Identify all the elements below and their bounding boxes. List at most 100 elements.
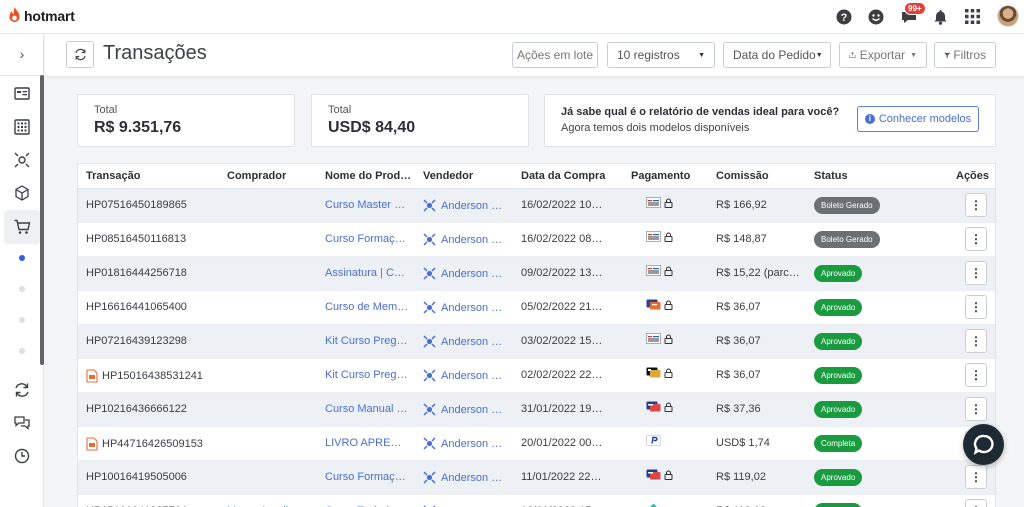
seller[interactable]: Anderson … — [423, 233, 513, 246]
grid-apps-icon[interactable] — [13, 118, 31, 136]
row-actions-button[interactable]: ⋮ — [965, 193, 987, 217]
help-icon[interactable]: ? — [835, 8, 852, 25]
seller[interactable]: Anderson … — [423, 301, 513, 314]
col-buyer[interactable]: Comprador — [227, 170, 286, 182]
bulk-actions-button[interactable]: Ações em lote — [512, 42, 598, 68]
status-badge: Aprovado — [814, 401, 863, 418]
status-text: Boleto Gerado — [814, 231, 880, 248]
transaction-id-text: HP44716426509153 — [102, 438, 203, 450]
transaction-id[interactable]: HP01816444256718 — [86, 267, 187, 279]
seller[interactable]: Anderson … — [423, 199, 513, 212]
col-seller[interactable]: Vendedor — [423, 170, 473, 182]
records-select[interactable]: 10 registros ▼ — [607, 42, 715, 68]
seller[interactable]: Anderson … — [423, 369, 513, 382]
transaction-id[interactable]: HP15016438531241 — [86, 369, 203, 383]
seller-icon — [423, 403, 436, 416]
row-actions-button[interactable]: ⋮ — [965, 499, 987, 507]
cart-icon[interactable] — [13, 218, 31, 236]
table-row[interactable]: HP16616441065400 Curso de Mem… Anderson … 0… — [78, 291, 995, 325]
product-name[interactable]: Curso Manual … — [325, 403, 409, 415]
more-vertical-icon: ⋮ — [970, 368, 982, 382]
product-name[interactable]: Kit Curso Preg… — [325, 335, 409, 347]
sidebar-sub-item[interactable] — [19, 286, 25, 292]
purchase-date: 16/02/2022 08… — [521, 233, 603, 245]
payment-method — [646, 333, 673, 344]
table-row[interactable]: HP10216436666122 Curso Manual … Anderson …… — [78, 393, 995, 427]
apps-grid-icon[interactable] — [964, 8, 981, 25]
seller[interactable]: Anderson … — [423, 335, 513, 348]
transaction-id[interactable]: HP10016419505006 — [86, 471, 187, 483]
row-actions-button[interactable]: ⋮ — [965, 295, 987, 319]
row-actions-button[interactable]: ⋮ — [965, 363, 987, 387]
purchase-date: 20/01/2022 00… — [521, 437, 603, 449]
bell-icon[interactable] — [932, 8, 949, 25]
export-icon — [849, 52, 856, 58]
chat-bubbles-icon[interactable] — [13, 414, 31, 432]
seller-icon — [423, 267, 436, 280]
product-name[interactable]: Curso Formaçã… — [325, 471, 409, 483]
chat-button[interactable] — [963, 424, 1004, 465]
export-button[interactable]: Exportar ▼ — [839, 42, 927, 68]
product-name[interactable]: Curso de Mem… — [325, 301, 409, 313]
know-models-button[interactable]: i Conhecer modelos — [857, 106, 979, 132]
seller[interactable]: Anderson … — [423, 471, 513, 484]
row-actions-button[interactable]: ⋮ — [965, 329, 987, 353]
user-avatar[interactable] — [997, 5, 1019, 27]
transaction-id[interactable]: HP08516450116813 — [86, 233, 186, 245]
row-actions-button[interactable]: ⋮ — [965, 261, 987, 285]
clock-icon[interactable] — [13, 447, 31, 465]
table-row[interactable]: HP01816444256718 Assinatura | Cu… Anderson… — [78, 257, 995, 291]
seller[interactable]: Anderson … — [423, 437, 513, 450]
sidebar-scrollbar[interactable] — [40, 75, 44, 365]
table-row[interactable]: HP07516450189865 Curso Master e… Anderson … — [78, 189, 995, 223]
table-row[interactable]: HP08516450116813 Curso Formaçã… Anderson …… — [78, 223, 995, 257]
sidebar-sub-item-active[interactable] — [19, 255, 25, 261]
transaction-id[interactable]: HP07516450189865 — [86, 199, 187, 211]
total-brl-value: R$ 9.351,76 — [94, 119, 182, 136]
seller[interactable]: Anderson … — [423, 267, 513, 280]
product-name[interactable]: Curso Formaçã… — [325, 233, 409, 245]
table-row[interactable]: HP15161641237764Marco AurelioCurso Tecla… — [78, 495, 995, 507]
purchase-date: 31/01/2022 19… — [521, 403, 603, 415]
product-name[interactable]: LIVRO APREN… — [325, 437, 409, 449]
seller[interactable]: Anderson … — [423, 403, 513, 416]
product-name[interactable]: Assinatura | Cu… — [325, 267, 409, 279]
sidebar-sub-item[interactable] — [19, 317, 25, 323]
col-transaction[interactable]: Transação — [86, 170, 140, 182]
table-row[interactable]: HP44716426509153 LIVRO APREN… Anderson … 20… — [78, 427, 995, 461]
status-badge: Aprovado — [814, 469, 863, 486]
notification-badge: 99+ — [904, 2, 926, 15]
transaction-id[interactable]: HP07216439123298 — [86, 335, 187, 347]
network-icon[interactable] — [13, 151, 31, 169]
row-actions-button[interactable]: ⋮ — [965, 465, 987, 489]
hotmart-logo[interactable]: hotmart — [8, 7, 75, 24]
row-actions-button[interactable]: ⋮ — [965, 227, 987, 251]
emoji-icon[interactable] — [867, 8, 884, 25]
col-product[interactable]: Nome do Prod… — [325, 170, 411, 182]
expand-sidebar-icon[interactable]: › — [14, 46, 30, 62]
col-commission[interactable]: Comissão — [716, 170, 769, 182]
col-purchase-date[interactable]: Data da Compra — [521, 170, 605, 182]
col-payment[interactable]: Pagamento — [631, 170, 690, 182]
product-name[interactable]: Curso Master e… — [325, 199, 409, 211]
transaction-id[interactable]: HP44716426509153 — [86, 437, 203, 451]
refresh-button[interactable] — [66, 41, 94, 68]
order-date-select[interactable]: Data do Pedido ▼ — [723, 42, 831, 68]
row-actions-button[interactable]: ⋮ — [965, 397, 987, 421]
col-status[interactable]: Status — [814, 170, 848, 182]
table-row[interactable]: HP10016419505006 Curso Formaçã… Anderson …… — [78, 461, 995, 495]
status-badge: Completa — [814, 435, 863, 452]
sync-icon[interactable] — [13, 381, 31, 399]
sidebar-sub-item[interactable] — [19, 348, 25, 354]
table-row[interactable]: HP07216439123298 Kit Curso Preg… Anderson … — [78, 325, 995, 359]
lock-icon — [664, 368, 673, 378]
transaction-id[interactable]: HP10216436666122 — [86, 403, 187, 415]
product-box-icon[interactable] — [13, 184, 31, 202]
dashboard-icon[interactable] — [13, 85, 31, 103]
transaction-id[interactable]: HP16616441065400 — [86, 301, 187, 313]
table-row[interactable]: HP15016438531241 Kit Curso Preg… Anderson … — [78, 359, 995, 393]
seller-name: Anderson … — [441, 471, 503, 484]
product-name[interactable]: Kit Curso Preg… — [325, 369, 409, 381]
filters-button[interactable]: Filtros — [934, 42, 996, 68]
refresh-icon — [74, 48, 86, 61]
